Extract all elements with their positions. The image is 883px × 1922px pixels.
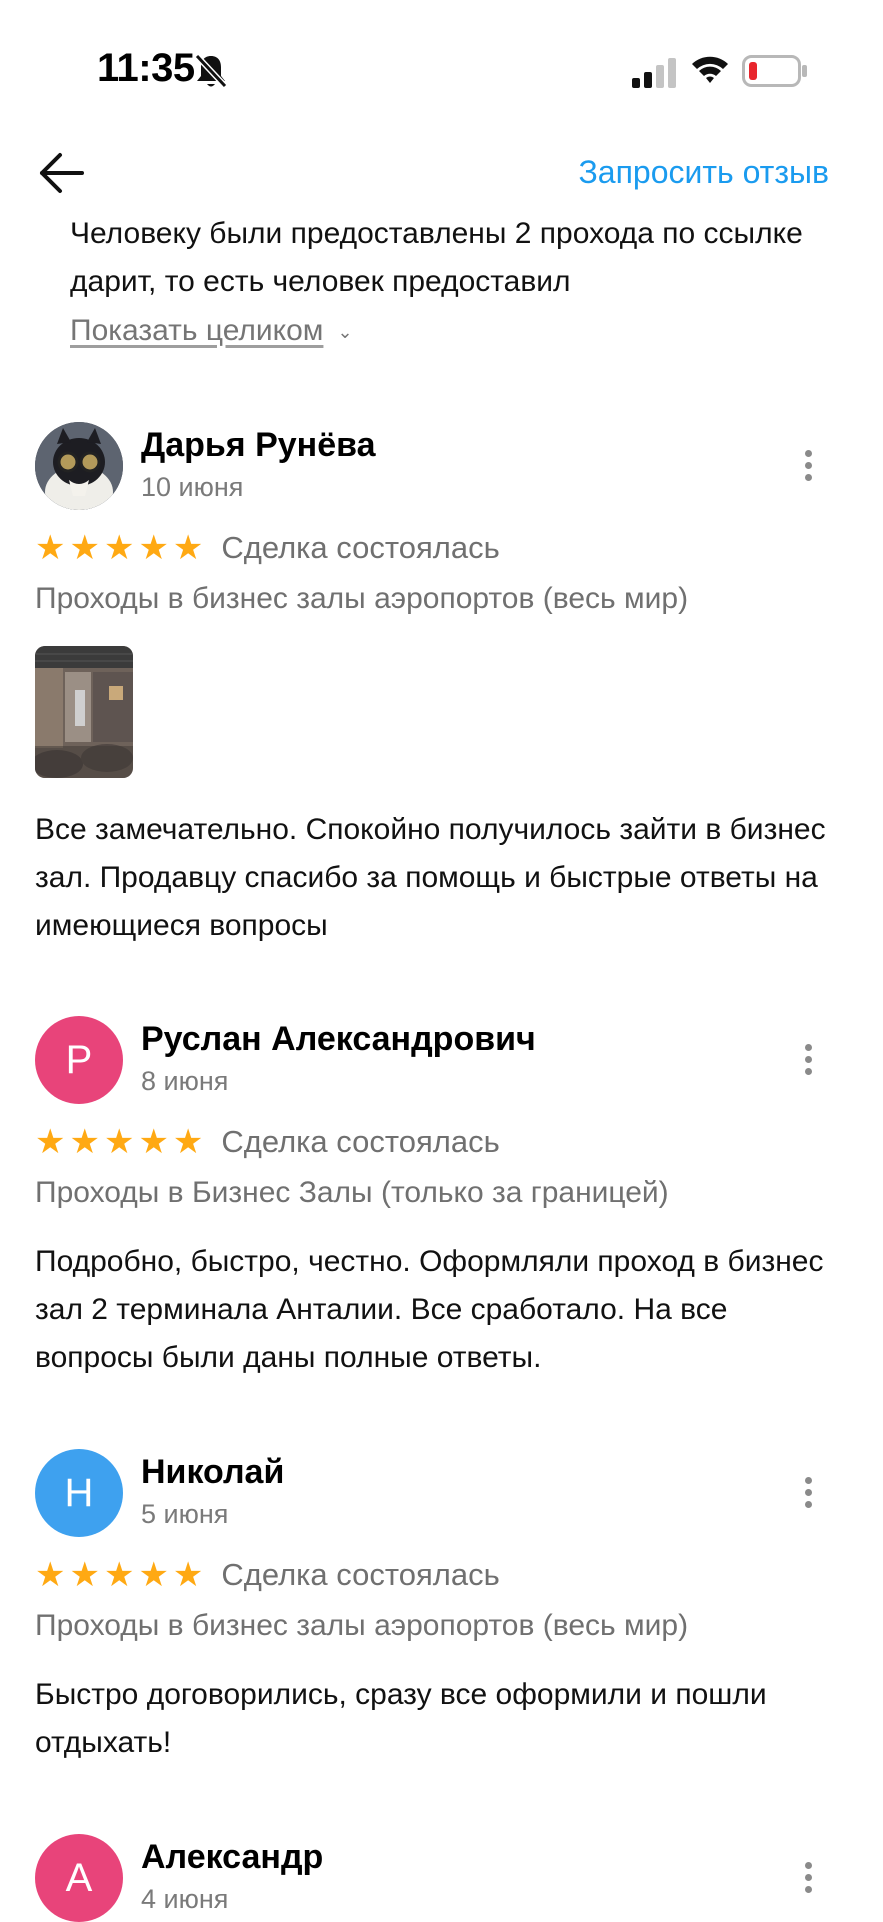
more-options-icon[interactable] bbox=[796, 1473, 820, 1517]
review-author: Николай bbox=[141, 1453, 285, 1491]
deal-status: Сделка состоялась bbox=[221, 530, 500, 565]
avatar[interactable]: А bbox=[35, 1834, 123, 1922]
wifi-icon bbox=[692, 56, 728, 83]
rating-row: ★★★★★ Сделка состоялась bbox=[35, 528, 500, 568]
back-arrow-icon[interactable] bbox=[36, 148, 88, 198]
review-category: Проходы в бизнес залы аэропортов (весь м… bbox=[35, 582, 689, 615]
status-bar: 11:35 bbox=[0, 0, 883, 130]
request-review-link[interactable]: Запросить отзыв bbox=[578, 154, 829, 191]
lounge-photo bbox=[35, 646, 133, 778]
show-full-label: Показать целиком bbox=[70, 314, 324, 347]
rating-row: ★★★★★ Сделка состоялась bbox=[35, 1555, 500, 1595]
avatar-initial: Н bbox=[64, 1470, 94, 1515]
top-bar: Запросить отзыв bbox=[0, 140, 883, 210]
rating-stars: ★★★★★ bbox=[35, 1123, 208, 1161]
review-category: Проходы в Бизнес Залы (только за границе… bbox=[35, 1176, 669, 1209]
avatar[interactable] bbox=[35, 422, 123, 510]
review-date: 8 июня bbox=[141, 1066, 229, 1096]
avatar-initial: Р bbox=[65, 1037, 93, 1082]
deal-status: Сделка состоялась bbox=[221, 1557, 500, 1592]
review-photo-thumbnail[interactable] bbox=[35, 646, 133, 778]
avatar[interactable]: Р bbox=[35, 1016, 123, 1104]
review-author: Дарья Рунёва bbox=[141, 426, 376, 464]
review-date: 10 июня bbox=[141, 472, 244, 502]
chevron-down-icon: ⌄ bbox=[337, 321, 353, 342]
cat-with-goggles-photo bbox=[35, 422, 123, 510]
review-date: 5 июня bbox=[141, 1499, 229, 1529]
rating-row: ★★★★★ Сделка состоялась bbox=[35, 1122, 500, 1162]
avatar[interactable]: Н bbox=[35, 1449, 123, 1537]
review-text: Быстро договорились, сразу все оформили … bbox=[35, 1678, 767, 1759]
status-time: 11:35 bbox=[97, 46, 195, 90]
battery-low-icon bbox=[742, 55, 807, 87]
more-options-icon[interactable] bbox=[796, 1858, 820, 1902]
more-options-icon[interactable] bbox=[796, 1040, 820, 1084]
review-date: 4 июня bbox=[141, 1884, 229, 1914]
rating-stars: ★★★★★ bbox=[35, 529, 208, 567]
deal-status: Сделка состоялась bbox=[221, 1124, 500, 1159]
rating-stars: ★★★★★ bbox=[35, 1556, 208, 1594]
review-category: Проходы в бизнес залы аэропортов (весь м… bbox=[35, 1609, 689, 1642]
bell-muted-icon bbox=[194, 53, 228, 89]
more-options-icon[interactable] bbox=[796, 446, 820, 490]
review-author: Руслан Александрович bbox=[141, 1020, 536, 1058]
review-author: Александр bbox=[141, 1838, 324, 1876]
previous-review-text: Человеку были предоставлены 2 прохода по… bbox=[70, 217, 803, 298]
review-text: Все замечательно. Спокойно получилось за… bbox=[35, 813, 826, 942]
show-full-link[interactable]: Показать целиком ⌄ bbox=[70, 314, 353, 348]
avatar-initial: А bbox=[65, 1855, 93, 1900]
review-text: Подробно, быстро, честно. Оформляли прох… bbox=[35, 1245, 824, 1374]
cellular-signal-icon bbox=[632, 58, 676, 88]
